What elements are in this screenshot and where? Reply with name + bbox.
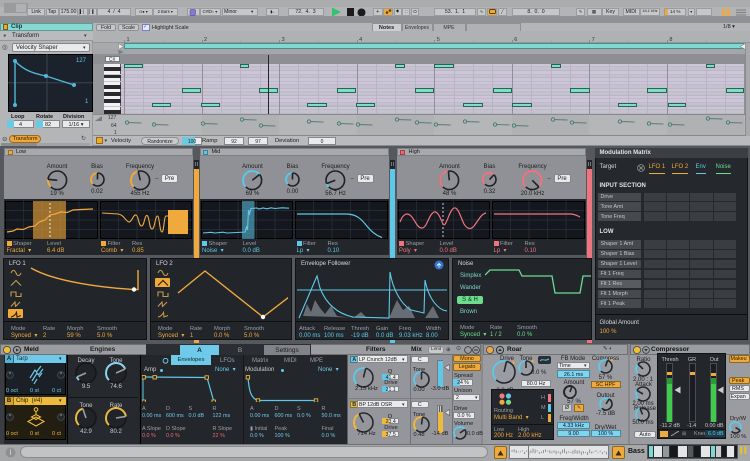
svg-text:i: i xyxy=(10,448,12,457)
